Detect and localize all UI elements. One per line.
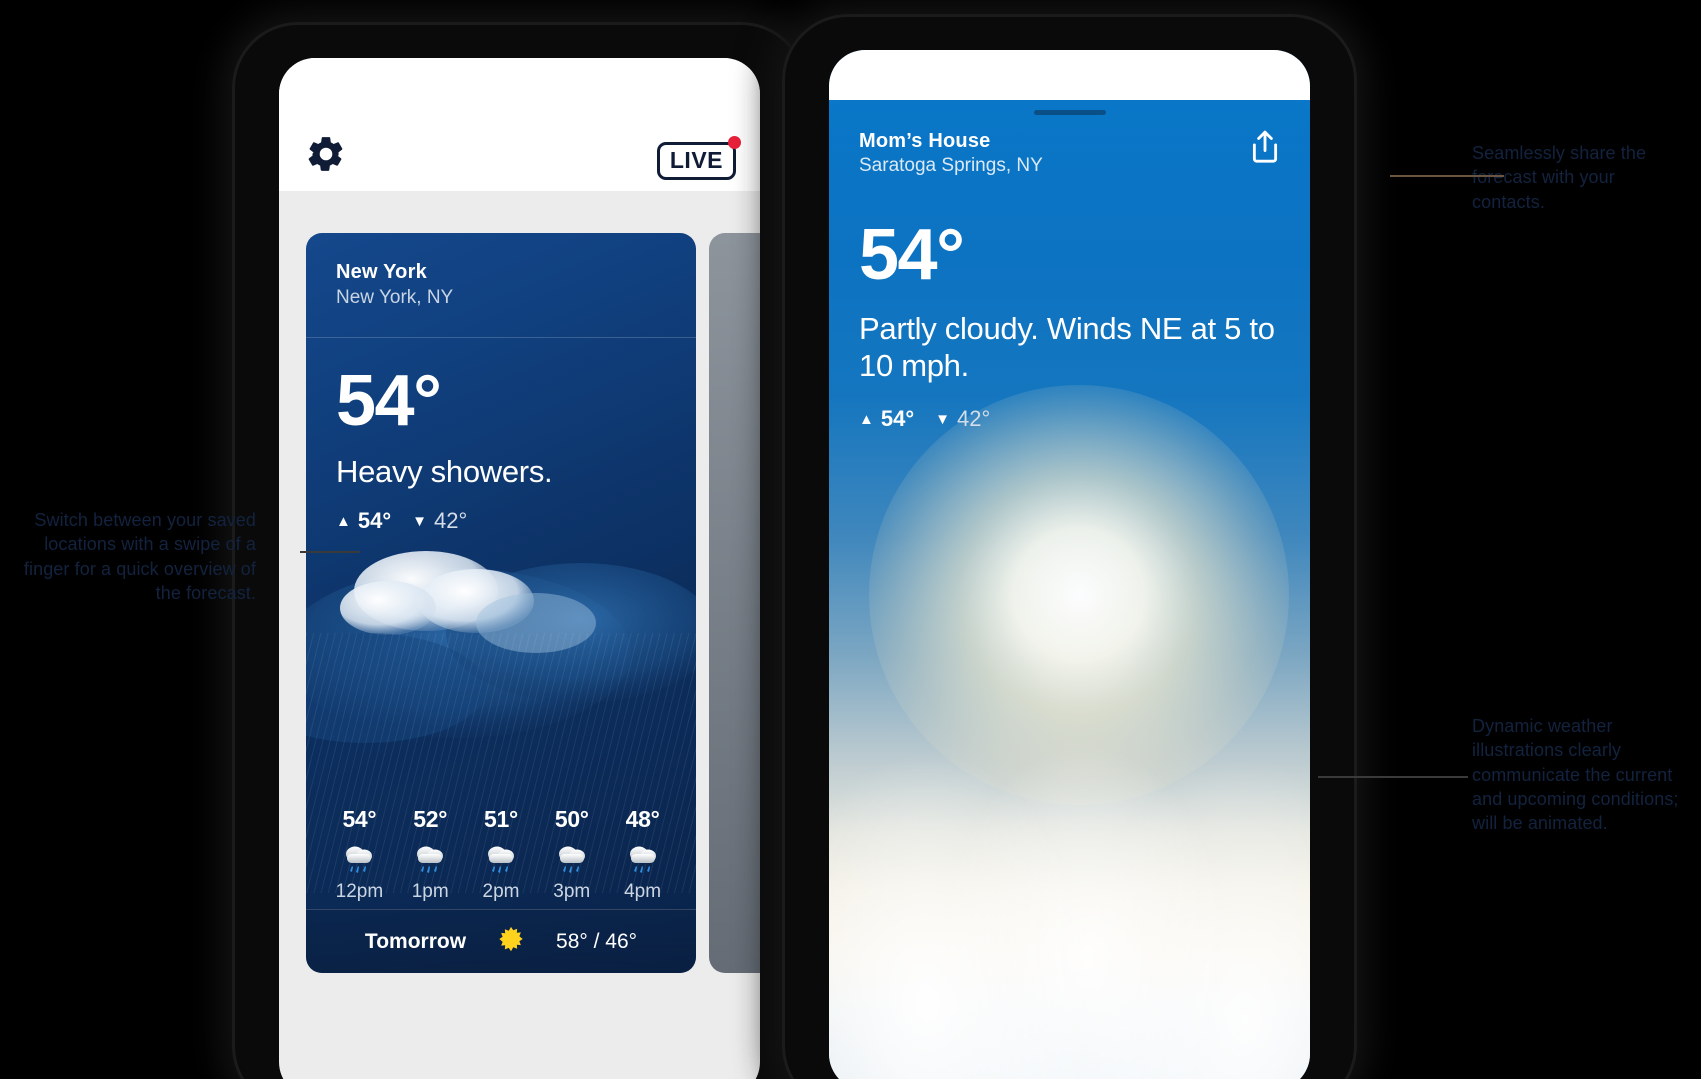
detail-body: 54° Partly cloudy. Winds NE at 5 to 10 m… xyxy=(829,177,1310,432)
live-indicator-dot xyxy=(728,136,741,149)
hourly-item[interactable]: 48° 4pm xyxy=(612,806,674,903)
hourly-time: 1pm xyxy=(411,881,449,902)
current-condition: Partly cloudy. Winds NE at 5 to 10 mph. xyxy=(859,311,1275,384)
annotation-illustrations: Dynamic weather illustrations clearly co… xyxy=(1472,716,1679,834)
card-body: 54° Heavy showers. ▲ 54° ▼ 42° xyxy=(306,331,696,535)
share-icon[interactable] xyxy=(1248,128,1282,166)
hourly-time: 2pm xyxy=(482,881,520,902)
detail-header: Mom’s House Saratoga Springs, NY xyxy=(829,100,1310,177)
sun-icon xyxy=(496,924,526,959)
hourly-item[interactable]: 51° 2pm xyxy=(470,806,532,903)
current-condition: Heavy showers. xyxy=(336,453,553,489)
high-low-row: ▲ 54° ▼ 42° xyxy=(336,508,666,534)
low-temperature: 42° xyxy=(957,406,991,432)
current-temperature: 54° xyxy=(336,360,442,441)
hourly-time: 4pm xyxy=(624,881,662,902)
tomorrow-summary-bar[interactable]: Tomorrow 58° / 46° xyxy=(306,909,696,973)
rain-cloud-icon xyxy=(470,841,532,875)
rain-cloud-icon xyxy=(328,841,390,875)
rain-cloud-icon xyxy=(399,841,461,875)
phone-frame-left: LIVE New York New York, NY 54° Heavy sho… xyxy=(232,22,807,1079)
low-arrow-icon: ▼ xyxy=(412,512,427,530)
gear-icon[interactable] xyxy=(305,133,347,175)
annotation-leader-line xyxy=(1390,175,1504,177)
weather-card-new-york[interactable]: New York New York, NY 54° Heavy showers.… xyxy=(306,233,696,973)
location-name: New York xyxy=(336,261,427,283)
hourly-time: 3pm xyxy=(553,881,591,902)
low-temperature: 42° xyxy=(434,508,468,534)
annotation-share: Seamlessly share the forecast with your … xyxy=(1472,143,1647,212)
screen-left: LIVE New York New York, NY 54° Heavy sho… xyxy=(279,58,760,1079)
rain-cloud-icon xyxy=(612,841,674,875)
location-region: Saratoga Springs, NY xyxy=(859,155,1043,176)
tomorrow-label: Tomorrow xyxy=(364,929,467,953)
high-arrow-icon: ▲ xyxy=(859,410,874,428)
detail-sheet: Mom’s House Saratoga Springs, NY 54° Par… xyxy=(829,100,1310,1079)
hourly-item[interactable]: 50° 3pm xyxy=(541,806,603,903)
card-header: New York New York, NY xyxy=(306,233,696,331)
low-arrow-icon: ▼ xyxy=(935,410,950,428)
next-location-peek-card[interactable] xyxy=(709,233,760,973)
hourly-time: 12pm xyxy=(335,881,384,902)
phone-frame-right: Mom’s House Saratoga Springs, NY 54° Par… xyxy=(782,14,1357,1079)
live-badge[interactable]: LIVE xyxy=(656,142,736,180)
hourly-item[interactable]: 54° 12pm xyxy=(328,806,390,903)
location-region: New York, NY xyxy=(336,287,454,308)
high-arrow-icon: ▲ xyxy=(336,512,351,530)
tomorrow-high-low: 58° / 46° xyxy=(556,929,638,953)
high-temperature: 54° xyxy=(880,406,915,432)
hourly-temperature: 52° xyxy=(413,806,448,832)
annotation-swipe: Switch between your saved locations with… xyxy=(23,510,256,603)
right-status-bar xyxy=(829,50,1310,100)
hourly-item[interactable]: 52° 1pm xyxy=(399,806,461,903)
rain-cloud-icon xyxy=(541,841,603,875)
high-low-row: ▲ 54° ▼ 42° xyxy=(859,406,1280,432)
sun-behind-clouds-icon xyxy=(829,674,1310,1079)
annotation-leader-line xyxy=(1318,776,1468,778)
location-name: Mom’s House xyxy=(859,130,991,152)
left-topbar: LIVE xyxy=(279,58,760,191)
high-temperature: 54° xyxy=(357,508,392,534)
hourly-temperature: 48° xyxy=(625,806,660,832)
hourly-temperature: 51° xyxy=(484,806,518,832)
hourly-forecast-strip[interactable]: 54° 12pm 52° 1pm 51° 2pm 50° 3pm 48° 4pm xyxy=(306,806,696,903)
hourly-temperature: 54° xyxy=(342,806,377,832)
current-temperature: 54° xyxy=(859,215,965,295)
screen-right: Mom’s House Saratoga Springs, NY 54° Par… xyxy=(829,50,1310,1079)
hourly-temperature: 50° xyxy=(554,806,589,832)
